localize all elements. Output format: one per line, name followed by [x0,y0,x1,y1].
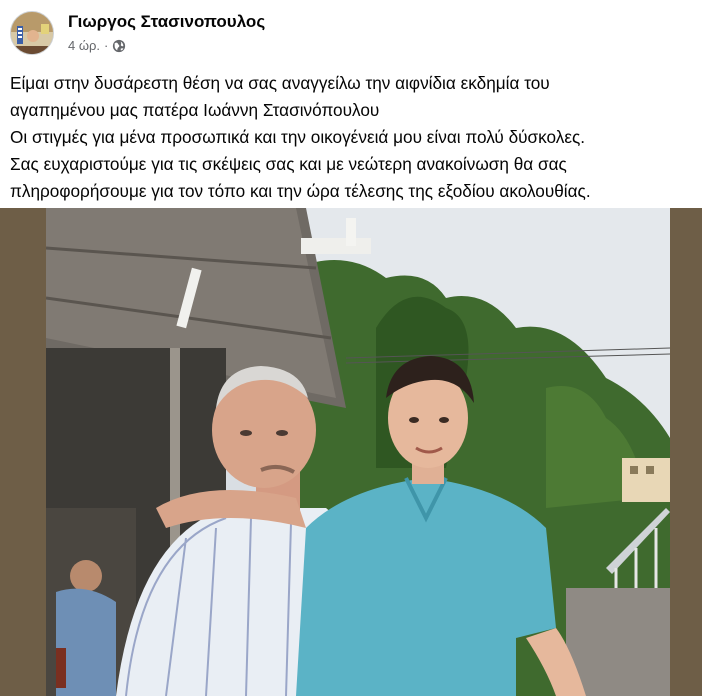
author-avatar[interactable] [10,11,54,55]
post-body: Είμαι στην δυσάρεστη θέση να σας αναγγεί… [10,70,694,205]
post-text-line: Οι στιγμές για μένα προσωπικά και την οι… [10,127,586,147]
post-time[interactable]: 4 ώρ. [68,38,100,53]
author-name[interactable]: Γιωργος Στασινοπουλος [68,12,265,32]
post-text-line: πληροφορήσουμε για τον τόπο και την ώρα … [10,181,591,201]
post-photo-frame[interactable] [0,208,702,696]
post-text-line: αγαπημένου μας πατέρα Ιωάννη Στασινόπουλ… [10,100,380,120]
photo-illustration [46,208,670,696]
post-photo[interactable] [46,208,670,696]
post-meta: 4 ώρ. · [68,38,126,53]
globe-icon[interactable] [112,39,126,53]
post-text-line: Σας ευχαριστούμε για τις σκέψεις σας και… [10,154,567,174]
meta-separator: · [104,38,109,53]
post-text-line: Είμαι στην δυσάρεστη θέση να σας αναγγεί… [10,73,550,93]
post-header: Γιωργος Στασινοπουλος 4 ώρ. · [0,0,702,66]
avatar-image [11,12,53,54]
